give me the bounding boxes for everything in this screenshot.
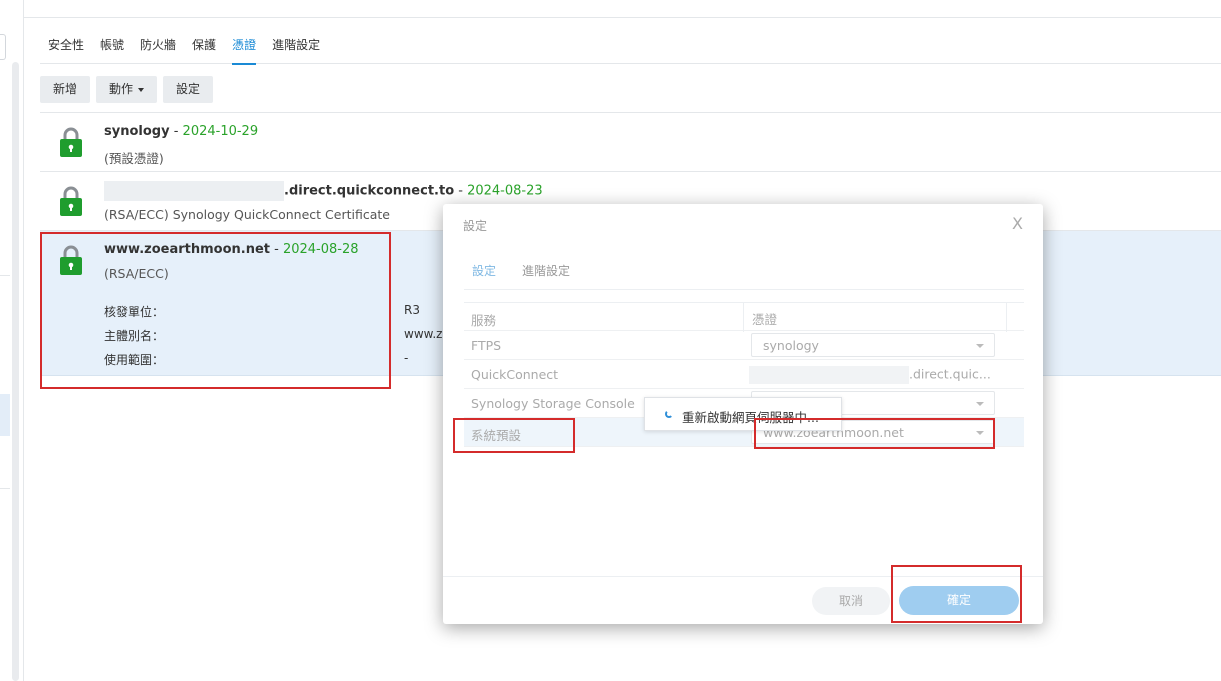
dialog-footer-divider [443,576,1043,577]
cert-separator: - [270,242,283,257]
detail-value-usage: - [404,351,409,365]
cert-domain: .direct.quickconnect.to [284,183,455,199]
cert-date: 2024-10-29 [182,124,259,139]
loading-toast: 重新啟動網頁伺服器中... [644,397,842,431]
service-name: 系統預設 [471,428,522,443]
chevron-down-icon [976,344,984,348]
tab-protection[interactable]: 保護 [184,28,224,64]
tab-account[interactable]: 帳號 [92,28,132,64]
table-row[interactable]: QuickConnect .direct.quic... [464,360,1024,389]
cert-subtitle: (預設憑證) [104,151,164,166]
top-divider [24,17,1221,18]
tab-certificate[interactable]: 憑證 [224,28,264,65]
settings-button[interactable]: 設定 [163,76,214,103]
left-divider [0,488,10,489]
detail-value-subject-alt-name: www.z [404,327,443,341]
tab-bar: 安全性 帳號 防火牆 保護 憑證 進階設定 [40,28,1221,65]
ok-button[interactable]: 確定 [899,586,1019,615]
left-selected-item[interactable] [0,394,10,436]
certificate-value-text: .direct.quic... [909,366,991,382]
toast-message: 重新啟動網頁伺服器中... [682,410,819,425]
service-name: FTPS [471,338,502,353]
chevron-down-icon [138,87,145,92]
certificate-value: .direct.quic... [749,366,991,384]
table-row[interactable]: FTPS synology [464,331,1024,360]
dialog-tab-settings[interactable]: 設定 [464,262,496,289]
left-scrollbar[interactable] [12,62,19,681]
dialog-tab-bar: 設定 進階設定 [464,262,1024,290]
left-panel [0,0,24,681]
cert-separator: - [454,183,468,199]
column-header-service: 服務 [471,313,497,328]
certificate-select-value: synology [763,338,819,353]
list-item[interactable]: synology - 2024-10-29 (預設憑證) [40,112,1221,171]
service-name: Synology Storage Console [471,396,635,411]
left-divider [0,275,10,276]
tab-security[interactable]: 安全性 [40,28,92,64]
action-label: 動作 [109,82,134,96]
lock-icon [60,127,82,157]
detail-label-issuer: 核發單位： [104,305,165,319]
column-header-certificate: 憑證 [752,312,778,327]
redacted-hostname [749,366,909,384]
toolbar: 新增 動作 設定 [40,76,214,103]
tab-advanced[interactable]: 進階設定 [264,28,328,64]
cert-domain: synology [104,124,170,139]
cert-subtitle: (RSA/ECC) [104,266,169,281]
cert-separator: - [169,124,183,139]
chevron-down-icon [976,402,984,406]
dialog-title: 設定 [463,219,488,233]
redacted-hostname [104,181,284,201]
tab-firewall[interactable]: 防火牆 [132,28,184,64]
cert-subtitle: (RSA/ECC) Synology QuickConnect Certific… [104,207,390,222]
detail-label-usage: 使用範圍： [104,353,165,367]
cert-date: 2024-08-23 [467,183,543,199]
add-button[interactable]: 新增 [40,76,91,103]
close-icon[interactable]: X [1012,214,1023,233]
chevron-down-icon [976,431,984,435]
lock-icon [60,245,82,275]
cert-domain: www.zoearthmoon.net [104,242,270,257]
left-search-input[interactable] [0,34,6,60]
detail-label-subject-alt-name: 主體別名： [104,329,165,343]
table-header: 服務 憑證 [464,302,1024,332]
dialog-tab-advanced[interactable]: 進階設定 [514,262,570,289]
detail-value-issuer: R3 [404,303,420,317]
cancel-button[interactable]: 取消 [812,587,890,615]
spinner-icon [665,410,673,418]
action-button[interactable]: 動作 [96,76,158,103]
service-name: QuickConnect [471,367,559,382]
cert-date: 2024-08-28 [282,242,359,257]
column-divider [1006,303,1007,332]
lock-icon [60,186,82,216]
column-divider [743,303,744,332]
certificate-select[interactable]: synology [751,333,995,357]
